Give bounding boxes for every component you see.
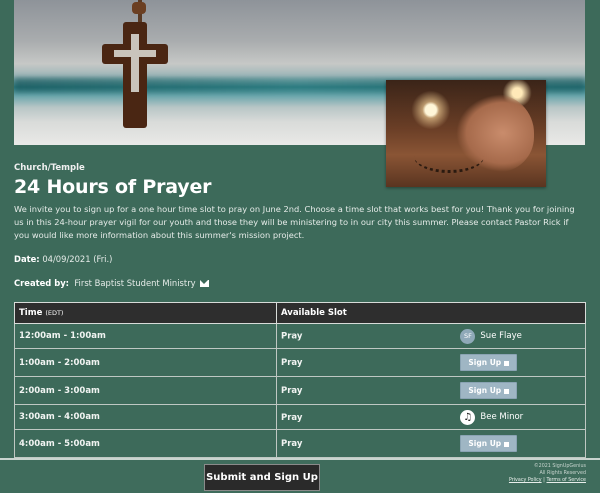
privacy-policy-link[interactable]: Privacy Policy (509, 478, 542, 483)
time-cell: 1:00am - 2:00am (14, 348, 277, 377)
footer-link-separator: | (543, 478, 545, 483)
footer-bar: Submit and Sign Up ©2021 SignUpGenius Al… (0, 458, 600, 493)
signed-up-person: SF Sue Flaye (460, 328, 522, 344)
sign-up-button[interactable]: Sign Up (460, 382, 518, 399)
email-icon[interactable] (200, 280, 210, 287)
event-description: We invite you to sign up for a one hour … (14, 204, 575, 240)
slot-cell: Pray Sign Up (276, 429, 586, 458)
table-row: 2:00am - 3:00am Pray Sign Up (14, 376, 586, 405)
sign-up-button[interactable]: Sign Up (460, 435, 518, 452)
footer-links: Privacy Policy | Terms of Service (509, 477, 586, 484)
slot-label: Pray (281, 331, 303, 341)
music-note-icon: ♫ (460, 409, 476, 425)
slot-label: Pray (281, 439, 303, 449)
slot-cell: Pray SF Sue Flaye (276, 323, 586, 349)
time-cell: 12:00am - 1:00am (14, 323, 277, 349)
date-label: Date: (14, 254, 40, 264)
table-row: 4:00am - 5:00am Pray Sign Up (14, 429, 586, 458)
page-title: 24 Hours of Prayer (14, 176, 212, 198)
slot-cell: Pray Sign Up (276, 348, 586, 377)
person-name: Sue Flaye (480, 331, 522, 341)
person-name: Bee Minor (480, 412, 524, 422)
slot-cell: Pray Sign Up (276, 376, 586, 405)
terms-of-service-link[interactable]: Terms of Service (546, 478, 586, 483)
rosary-shape (414, 140, 484, 173)
signup-table: Time (EDT) Available Slot 12:00am - 1:00… (14, 302, 586, 458)
rights-text: All Rights Reserved (539, 471, 586, 476)
event-creator: Created by: First Baptist Student Minist… (14, 278, 210, 288)
created-value: First Baptist Student Ministry (74, 278, 196, 288)
copyright-text: ©2021 SignUpGenius (533, 464, 586, 469)
slot-column-header: Available Slot (276, 302, 586, 324)
table-row: 1:00am - 2:00am Pray Sign Up (14, 348, 586, 377)
checkbox-icon (504, 388, 510, 394)
signed-up-person: ♫ Bee Minor (460, 409, 524, 425)
submit-and-sign-up-button[interactable]: Submit and Sign Up (204, 464, 320, 491)
table-row: 12:00am - 1:00am Pray SF Sue Flaye (14, 323, 586, 349)
sign-up-button[interactable]: Sign Up (460, 354, 518, 371)
praying-hands-photo (386, 80, 546, 187)
time-cell: 2:00am - 3:00am (14, 376, 277, 405)
slot-cell: Pray ♫ Bee Minor (276, 404, 586, 430)
slot-label: Pray (281, 358, 303, 368)
cross-cutout (131, 34, 139, 92)
slot-label: Pray (281, 386, 303, 396)
table-row: 3:00am - 4:00am Pray ♫ Bee Minor (14, 404, 586, 430)
created-label: Created by: (14, 278, 70, 288)
date-value: 04/09/2021 (Fri.) (42, 254, 113, 264)
footer-legal: ©2021 SignUpGenius All Rights Reserved P… (509, 463, 586, 484)
time-cell: 4:00am - 5:00am (14, 429, 277, 458)
cross-bead (132, 2, 146, 14)
checkbox-icon (504, 360, 510, 366)
cross-cutout-arm (114, 50, 156, 57)
slot-label: Pray (281, 412, 303, 423)
event-date: Date: 04/09/2021 (Fri.) (14, 254, 112, 264)
event-category: Church/Temple (14, 163, 85, 173)
timezone-label: (EDT) (45, 309, 64, 317)
time-cell: 3:00am - 4:00am (14, 404, 277, 430)
checkbox-icon (504, 441, 510, 447)
time-column-header: Time (EDT) (14, 302, 277, 324)
avatar: SF (460, 328, 476, 344)
